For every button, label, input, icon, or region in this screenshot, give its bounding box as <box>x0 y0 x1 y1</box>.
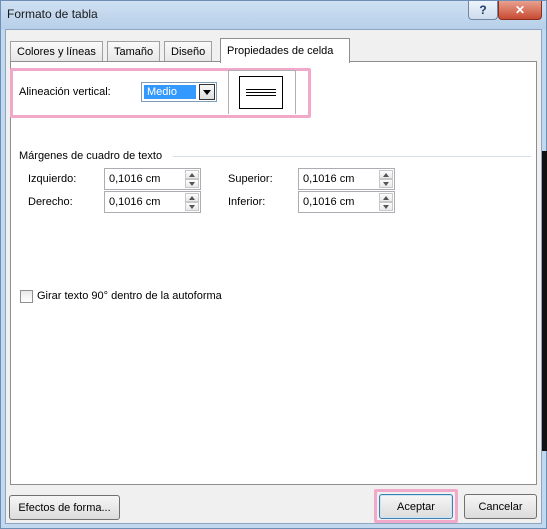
close-icon: ✕ <box>514 3 526 17</box>
preview-line <box>246 89 276 90</box>
margin-bottom-value: 0,1016 cm <box>303 196 355 208</box>
margins-group-label: Márgenes de cuadro de texto <box>19 150 163 162</box>
margin-left-input[interactable]: 0,1016 cm <box>104 168 201 190</box>
tab-label: Colores y líneas <box>17 46 96 58</box>
margin-right-value: 0,1016 cm <box>109 196 161 208</box>
help-icon: ? <box>479 3 487 17</box>
spin-down-button[interactable] <box>379 179 393 188</box>
tab-size[interactable]: Tamaño <box>107 41 161 62</box>
arrow-down-icon <box>189 204 195 209</box>
shape-effects-button[interactable]: Efectos de forma... <box>9 495 120 520</box>
divider <box>295 70 296 114</box>
divider <box>229 70 295 71</box>
tab-design[interactable]: Diseño <box>164 41 213 62</box>
tab-colors-lines[interactable]: Colores y líneas <box>10 41 103 62</box>
spin-up-button[interactable] <box>379 193 393 202</box>
margin-right-input[interactable]: 0,1016 cm <box>104 191 201 213</box>
title-bar[interactable]: Formato de tabla ? ✕ <box>1 1 546 29</box>
spin-up-button[interactable] <box>185 170 199 179</box>
tab-label: Propiedades de celda <box>227 45 334 57</box>
divider <box>228 70 229 114</box>
vertical-alignment-select[interactable]: Medio <box>141 82 217 102</box>
dialog-window: Formato de tabla ? ✕ Colores y líneas Ta… <box>0 0 547 529</box>
tab-label: Diseño <box>171 46 206 58</box>
margin-left-value: 0,1016 cm <box>109 173 161 185</box>
vertical-alignment-label: Alineación vertical: <box>19 86 111 98</box>
spin-up-button[interactable] <box>379 170 393 179</box>
ok-button[interactable]: Aceptar <box>379 494 453 519</box>
margin-top-label: Superior: <box>228 173 273 185</box>
preview-line <box>246 92 276 93</box>
tab-label: Tamaño <box>114 46 154 58</box>
margin-bottom-label: Inferior: <box>228 196 266 208</box>
chevron-down-icon <box>203 89 211 95</box>
help-button[interactable]: ? <box>468 1 498 20</box>
button-label: Cancelar <box>478 500 523 513</box>
spin-down-button[interactable] <box>185 202 199 211</box>
vertical-alignment-value: Medio <box>144 85 196 99</box>
arrow-up-icon <box>383 172 389 177</box>
arrow-up-icon <box>189 195 195 200</box>
spin-down-button[interactable] <box>185 179 199 188</box>
button-label: Efectos de forma... <box>18 501 111 514</box>
rotate-text-label: Girar texto 90° dentro de la autoforma <box>37 290 222 302</box>
margin-right-label: Derecho: <box>28 196 73 208</box>
tab-panel: Alineación vertical: Medio Márgenes de c… <box>10 61 537 485</box>
margin-left-label: Izquierdo: <box>28 173 77 185</box>
rotate-text-checkbox[interactable] <box>20 290 33 303</box>
close-button[interactable]: ✕ <box>498 1 542 20</box>
group-divider <box>173 156 531 157</box>
spin-up-button[interactable] <box>185 193 199 202</box>
arrow-down-icon <box>383 204 389 209</box>
cancel-button[interactable]: Cancelar <box>464 494 537 519</box>
arrow-down-icon <box>383 181 389 186</box>
tab-cell-properties[interactable]: Propiedades de celda <box>220 38 350 63</box>
arrow-up-icon <box>383 195 389 200</box>
margin-top-value: 0,1016 cm <box>303 173 355 185</box>
dropdown-button[interactable] <box>199 84 215 100</box>
margin-bottom-input[interactable]: 0,1016 cm <box>298 191 395 213</box>
spin-down-button[interactable] <box>379 202 393 211</box>
dialog-client: Colores y líneas Tamaño Diseño Propiedad… <box>5 29 542 524</box>
arrow-up-icon <box>189 172 195 177</box>
background-edge <box>542 151 547 451</box>
alignment-preview <box>239 76 283 109</box>
arrow-down-icon <box>189 181 195 186</box>
preview-line <box>246 95 276 96</box>
button-label: Aceptar <box>397 500 435 513</box>
margin-top-input[interactable]: 0,1016 cm <box>298 168 395 190</box>
dialog-title: Formato de tabla <box>7 7 98 21</box>
